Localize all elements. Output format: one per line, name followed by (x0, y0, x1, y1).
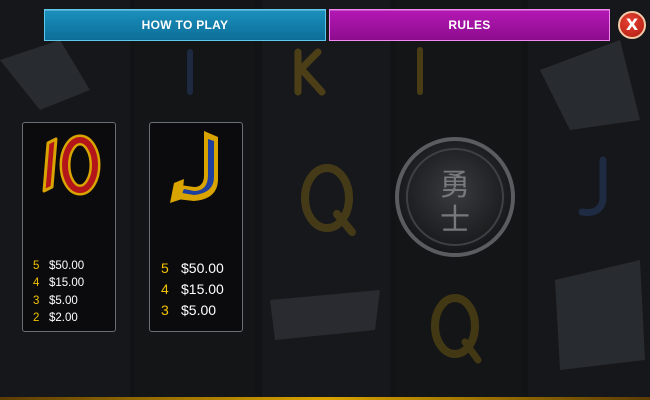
pay-value: $5.00 (49, 294, 78, 307)
close-button[interactable]: X (618, 11, 646, 39)
pay-value: $15.00 (49, 277, 85, 290)
pay-value: $2.00 (49, 312, 78, 325)
pay-row: 3 $5.00 (33, 292, 84, 310)
pay-row: 4 $15.00 (161, 278, 224, 299)
tab-how-to-play[interactable]: HOW TO PLAY (44, 9, 326, 41)
pay-row: 4 $15.00 (33, 275, 84, 293)
pay-row: 3 $5.00 (161, 299, 224, 320)
pay-count: 2 (33, 312, 40, 325)
pay-row: 5 $50.00 (161, 257, 224, 278)
pay-count: 5 (33, 259, 40, 272)
paytable-j-rows: 5 $50.00 4 $15.00 3 $5.00 (161, 257, 224, 320)
j-symbol-icon (170, 131, 218, 203)
pay-value: $50.00 (181, 259, 224, 276)
pay-count: 4 (33, 277, 40, 290)
pay-value: $50.00 (49, 259, 85, 272)
close-icon: X (625, 15, 639, 34)
pay-value: $5.00 (181, 301, 217, 318)
pay-value: $15.00 (181, 280, 224, 297)
pay-count: 5 (161, 259, 169, 276)
paytable-ten-rows: 5 $50.00 4 $15.00 3 $5.00 2 $2.00 (33, 257, 84, 327)
pay-count: 4 (161, 280, 169, 297)
ten-symbol-icon (42, 134, 101, 196)
tab-rules-label: RULES (448, 18, 491, 32)
paytable-card-ten: 5 $50.00 4 $15.00 3 $5.00 2 $2.00 (22, 122, 116, 332)
tab-rules[interactable]: RULES (329, 9, 610, 41)
tab-how-to-play-label: HOW TO PLAY (141, 18, 229, 32)
paytable-card-j: 5 $50.00 4 $15.00 3 $5.00 (149, 122, 243, 332)
pay-count: 3 (161, 301, 169, 318)
pay-count: 3 (33, 294, 40, 307)
pay-row: 5 $50.00 (33, 257, 84, 275)
pay-row: 2 $2.00 (33, 310, 84, 328)
